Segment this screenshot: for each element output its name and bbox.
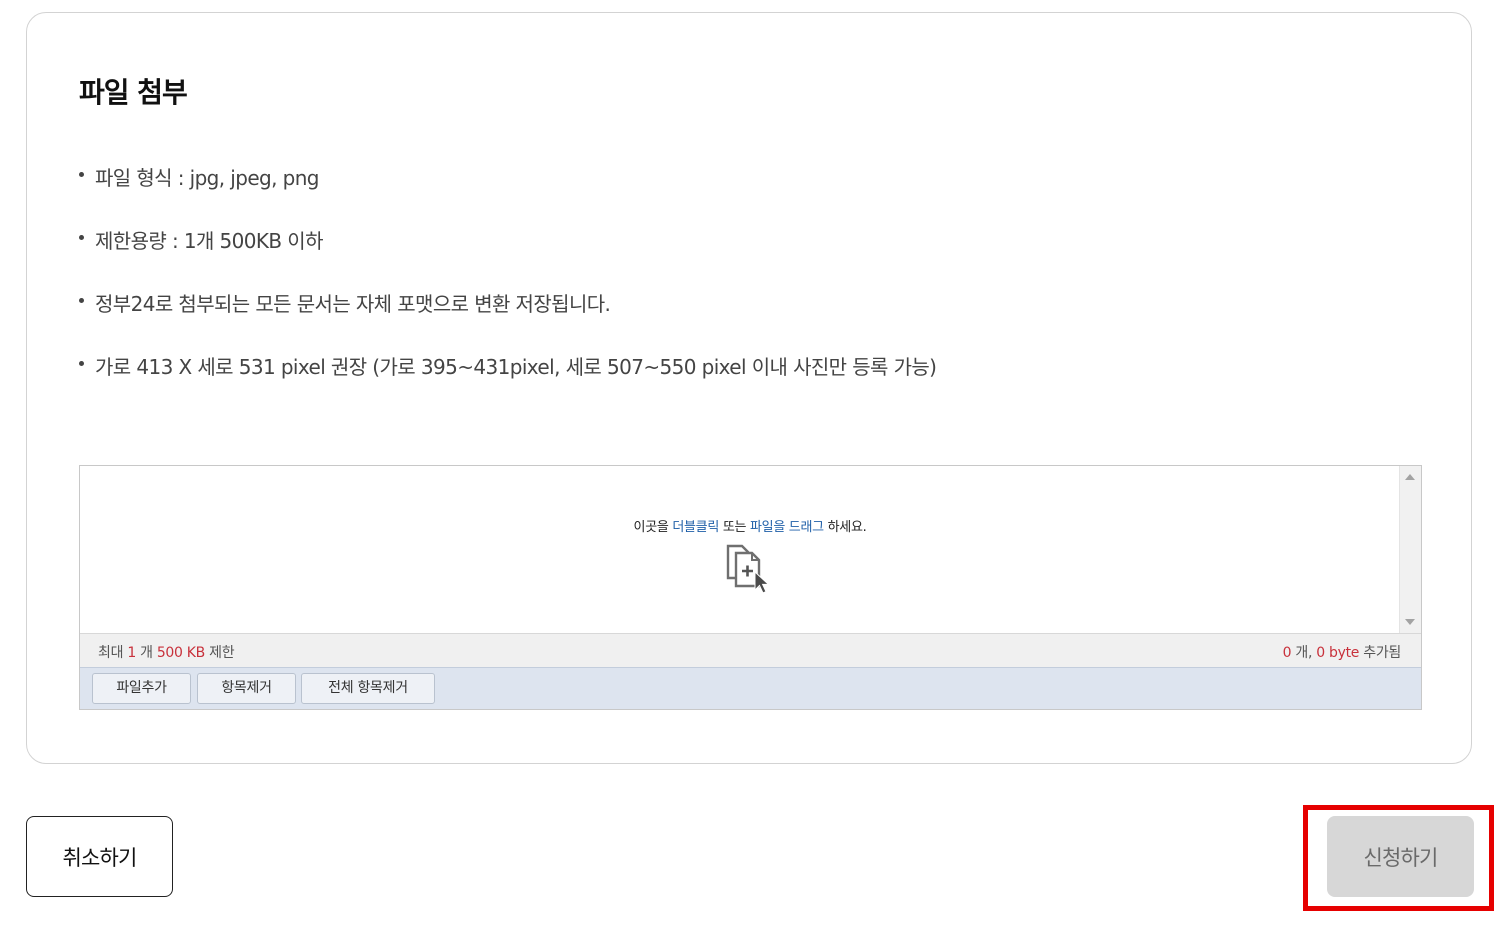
- hint-double-click: 더블클릭: [672, 520, 719, 535]
- hint-text: 이곳을: [633, 520, 673, 535]
- limit-unit: 개: [135, 645, 157, 661]
- scroll-down-arrow-icon[interactable]: [1405, 619, 1415, 625]
- bullet-icon: [79, 361, 84, 366]
- file-attach-card: 파일 첨부 파일 형식 : jpg, jpeg, png 제한용량 : 1개 5…: [26, 12, 1472, 764]
- guide-item: 파일 형식 : jpg, jpeg, png: [77, 163, 936, 226]
- guide-item-text: 파일 형식 : jpg, jpeg, png: [95, 166, 320, 190]
- upload-status-bar: 최대 1 개 500 KB 제한 0 개, 0 byte 추가됨: [80, 633, 1421, 667]
- hint-drag: 파일을 드래그: [750, 520, 824, 535]
- guide-list: 파일 형식 : jpg, jpeg, png 제한용량 : 1개 500KB 이…: [77, 163, 937, 415]
- added-count: 0: [1282, 645, 1292, 661]
- file-uploader: 이곳을 더블클릭 또는 파일을 드래그 하세요. 최대 1 개 500 KB 제…: [79, 465, 1422, 710]
- upload-added-text: 0 개, 0 byte 추가됨: [1282, 642, 1402, 662]
- limit-count: 1: [127, 645, 136, 661]
- added-bytes: 0 byte: [1316, 645, 1360, 661]
- limit-suffix: 제한: [204, 645, 235, 661]
- bullet-icon: [79, 298, 84, 303]
- remove-item-button[interactable]: 항목제거: [197, 673, 296, 704]
- bullet-icon: [79, 172, 84, 177]
- guide-item-text: 가로 413 X 세로 531 pixel 권장 (가로 395~431pixe…: [95, 355, 937, 379]
- section-title: 파일 첨부: [79, 76, 188, 109]
- file-drop-zone[interactable]: 이곳을 더블클릭 또는 파일을 드래그 하세요.: [80, 466, 1399, 633]
- hint-text: 또는: [719, 520, 750, 535]
- guide-item: 제한용량 : 1개 500KB 이하: [77, 226, 936, 289]
- cancel-button[interactable]: 취소하기: [26, 816, 173, 897]
- limit-label: 최대: [98, 645, 128, 661]
- added-suffix: 추가됨: [1359, 645, 1401, 661]
- file-add-cursor-icon: [726, 544, 770, 594]
- scroll-up-arrow-icon[interactable]: [1405, 474, 1415, 480]
- limit-size: 500 KB: [156, 645, 205, 661]
- drop-hint: 이곳을 더블클릭 또는 파일을 드래그 하세요.: [80, 516, 1420, 535]
- added-unit: 개,: [1291, 645, 1317, 661]
- hint-text: 하세요.: [823, 520, 867, 535]
- guide-item: 가로 413 X 세로 531 pixel 권장 (가로 395~431pixe…: [77, 352, 937, 415]
- guide-item: 정부24로 첨부되는 모든 문서는 자체 포맷으로 변환 저장됩니다.: [77, 289, 936, 352]
- remove-all-items-button[interactable]: 전체 항목제거: [301, 673, 435, 704]
- bullet-icon: [79, 235, 84, 240]
- guide-item-text: 정부24로 첨부되는 모든 문서는 자체 포맷으로 변환 저장됩니다.: [95, 292, 611, 316]
- upload-limit-text: 최대 1 개 500 KB 제한: [98, 642, 235, 662]
- guide-item-text: 제한용량 : 1개 500KB 이하: [95, 229, 324, 253]
- uploader-action-bar: 파일추가 항목제거 전체 항목제거: [80, 667, 1421, 709]
- dropzone-scrollbar[interactable]: [1399, 466, 1421, 633]
- add-file-button[interactable]: 파일추가: [92, 673, 191, 704]
- apply-button[interactable]: 신청하기: [1327, 816, 1474, 897]
